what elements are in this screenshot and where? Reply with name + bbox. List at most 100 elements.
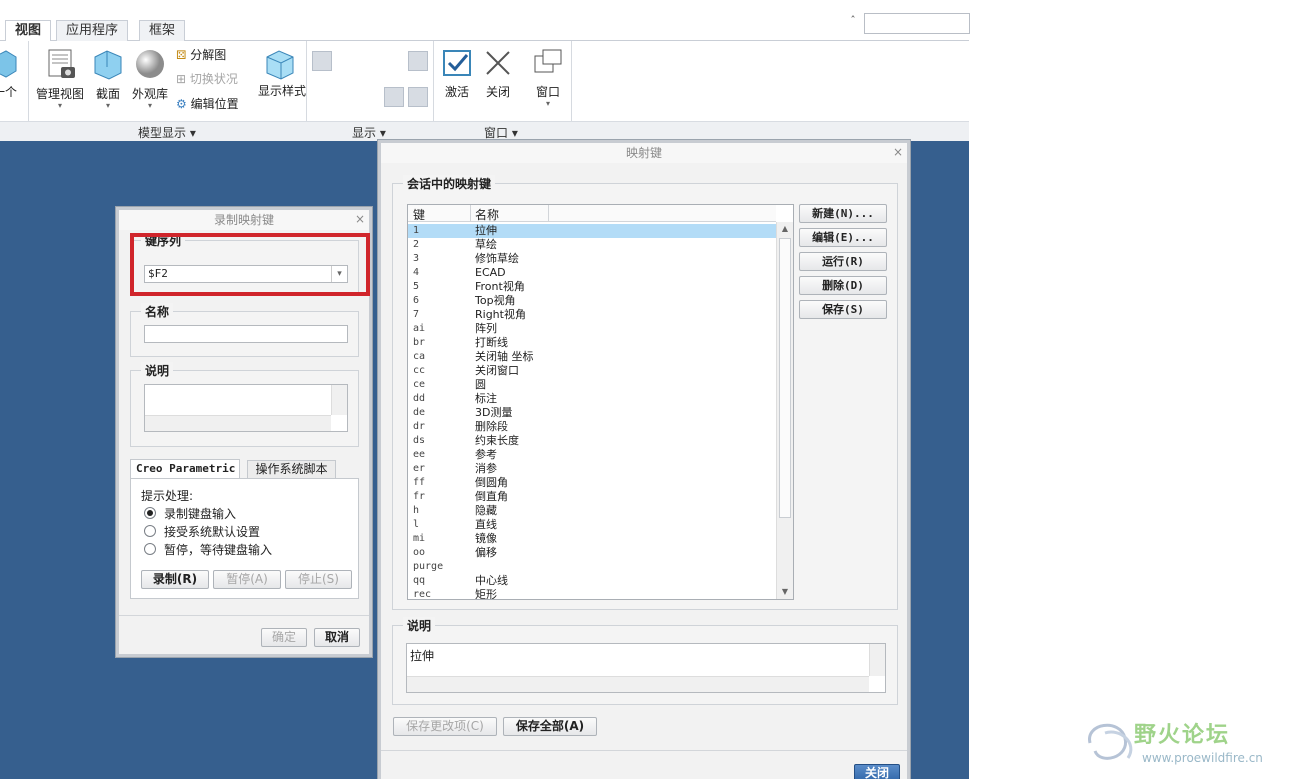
ribbon-search-input[interactable] — [864, 13, 970, 34]
list-item[interactable]: 6 Top视角 — [408, 294, 776, 308]
save-all-button[interactable]: 保存全部(A) — [503, 717, 597, 736]
list-item[interactable]: ce 圆 — [408, 378, 776, 392]
vertical-scrollbar[interactable] — [331, 385, 347, 415]
list-item[interactable]: 7 Right视角 — [408, 308, 776, 322]
radio-record-keyboard[interactable] — [144, 507, 156, 519]
window-button[interactable]: 窗口 ▾ — [531, 47, 565, 108]
display-toggle-icon[interactable] — [336, 87, 356, 107]
save-changed-button[interactable]: 保存更改项(C) — [393, 717, 497, 736]
radio-pause[interactable] — [144, 543, 156, 555]
list-item[interactable]: dd 标注 — [408, 392, 776, 406]
run-mapkey-button[interactable]: 运行(R) — [799, 252, 887, 271]
scroll-up-icon[interactable]: ▲ — [777, 222, 793, 236]
scrollbar-thumb[interactable] — [779, 238, 791, 518]
save-mapkey-button[interactable]: 保存(S) — [799, 300, 887, 319]
explode-view-button[interactable]: ⚄ 分解图 — [176, 45, 226, 65]
list-item[interactable]: ai 阵列 — [408, 322, 776, 336]
list-item[interactable]: purge — [408, 560, 776, 574]
collapse-ribbon-icon[interactable]: ˆ — [846, 14, 860, 28]
name-input[interactable] — [144, 325, 348, 343]
record-button[interactable]: 录制(R) — [141, 570, 209, 589]
appearance-gallery-button[interactable]: 外观库 ▾ — [130, 47, 170, 110]
sphere-icon — [136, 50, 164, 78]
list-item[interactable]: rec 矩形 — [408, 588, 776, 599]
tab-view[interactable]: 视图 — [5, 20, 52, 42]
manage-view-button[interactable]: 管理视图 ▾ — [34, 47, 86, 110]
edit-mapkey-button[interactable]: 编辑(E)... — [799, 228, 887, 247]
display-toggle-icon[interactable] — [360, 51, 380, 71]
column-name[interactable]: 名称 — [475, 206, 499, 223]
close-icon[interactable]: × — [355, 212, 365, 226]
display-toggle-icon[interactable] — [336, 51, 356, 71]
tab-applications[interactable]: 应用程序 — [56, 20, 129, 41]
toggle-state-button[interactable]: ⊞ 切换状况 — [176, 69, 238, 89]
radio-accept-default[interactable] — [144, 525, 156, 537]
tab-creo-parametric[interactable]: Creo Parametric — [130, 459, 240, 478]
list-item[interactable]: 5 Front视角 — [408, 280, 776, 294]
tab-framework[interactable]: 框架 — [139, 20, 186, 41]
mapkey-description-text[interactable]: 拉伸 — [406, 643, 886, 693]
list-item[interactable]: ca 关闭轴 坐标 — [408, 350, 776, 364]
display-toggle-icon[interactable] — [384, 87, 404, 107]
mapkey-key: oo — [413, 547, 426, 558]
list-item[interactable]: 1 拉伸 — [408, 224, 776, 238]
new-mapkey-button[interactable]: 新建(N)... — [799, 204, 887, 223]
edit-position-button[interactable]: ⚙ 编辑位置 — [176, 94, 239, 114]
list-item[interactable]: 4 ECAD — [408, 266, 776, 280]
list-item[interactable]: ee 参考 — [408, 448, 776, 462]
activate-label: 激活 — [444, 85, 469, 99]
list-item[interactable]: 2 草绘 — [408, 238, 776, 252]
list-item[interactable]: mi 镜像 — [408, 532, 776, 546]
description-textarea[interactable] — [144, 384, 348, 432]
vertical-scrollbar[interactable] — [869, 644, 885, 676]
list-item[interactable]: h 隐藏 — [408, 504, 776, 518]
display-toggle-icon[interactable] — [408, 87, 428, 107]
list-item[interactable]: oo 偏移 — [408, 546, 776, 560]
display-toggle-icon[interactable] — [312, 51, 332, 71]
mapkey-key: 1 — [413, 225, 420, 236]
activate-button[interactable]: 激活 — [440, 47, 474, 100]
display-toggle-icon[interactable] — [408, 51, 428, 71]
pause-button[interactable]: 暂停(A) — [213, 570, 281, 589]
list-item[interactable]: ff 倒圆角 — [408, 476, 776, 490]
ok-button[interactable]: 确定 — [261, 628, 307, 647]
list-item[interactable]: ds 约束长度 — [408, 434, 776, 448]
mapkey-key: ee — [413, 449, 426, 460]
display-toggle-icon[interactable] — [312, 87, 332, 107]
horizontal-scrollbar[interactable] — [145, 415, 331, 431]
mapkey-key: mi — [413, 533, 426, 544]
list-item[interactable]: de 3D测量 — [408, 406, 776, 420]
group-display[interactable]: 显示 ▾ — [352, 124, 386, 141]
column-key[interactable]: 键 — [413, 206, 425, 223]
stop-button[interactable]: 停止(S) — [285, 570, 352, 589]
close-icon[interactable]: × — [893, 145, 903, 159]
tab-os-script[interactable]: 操作系统脚本 — [247, 460, 336, 478]
list-item[interactable]: fr 倒直角 — [408, 490, 776, 504]
list-item[interactable]: 3 修饰草绘 — [408, 252, 776, 266]
list-item[interactable]: er 消参 — [408, 462, 776, 476]
cutoff-button[interactable]: 一个 — [0, 49, 18, 100]
list-item[interactable]: qq 中心线 — [408, 574, 776, 588]
prompt-label: 提示处理: — [141, 489, 194, 503]
list-header: 键 名称 — [408, 205, 776, 222]
horizontal-scrollbar[interactable] — [407, 676, 869, 692]
list-item[interactable]: l 直线 — [408, 518, 776, 532]
divider — [119, 615, 369, 616]
delete-mapkey-button[interactable]: 删除(D) — [799, 276, 887, 295]
group-window[interactable]: 窗口 ▾ — [484, 124, 518, 141]
cancel-button[interactable]: 取消 — [314, 628, 360, 647]
close-window-button[interactable]: 关闭 — [481, 47, 515, 100]
group-model-display[interactable]: 模型显示 ▾ — [138, 124, 196, 141]
display-toggle-icon[interactable] — [360, 87, 380, 107]
mapkey-list[interactable]: 键 名称 1 拉伸 2 草绘 3 修饰草绘 4 ECAD 5 Front视角 6 Top视角 7 Righ… — [407, 204, 794, 600]
scroll-down-icon[interactable]: ▼ — [777, 585, 793, 599]
list-item[interactable]: cc 关闭窗口 — [408, 364, 776, 378]
display-toggle-icon[interactable] — [384, 51, 404, 71]
highlight-box — [130, 233, 370, 296]
display-style-button[interactable]: 显示样式 — [258, 47, 306, 98]
close-dialog-button[interactable]: 关闭 — [854, 764, 900, 779]
section-button[interactable]: 截面 ▾ — [91, 47, 125, 110]
list-item[interactable]: br 打断线 — [408, 336, 776, 350]
vertical-scrollbar[interactable]: ▲ ▼ — [776, 222, 793, 599]
list-item[interactable]: dr 删除段 — [408, 420, 776, 434]
